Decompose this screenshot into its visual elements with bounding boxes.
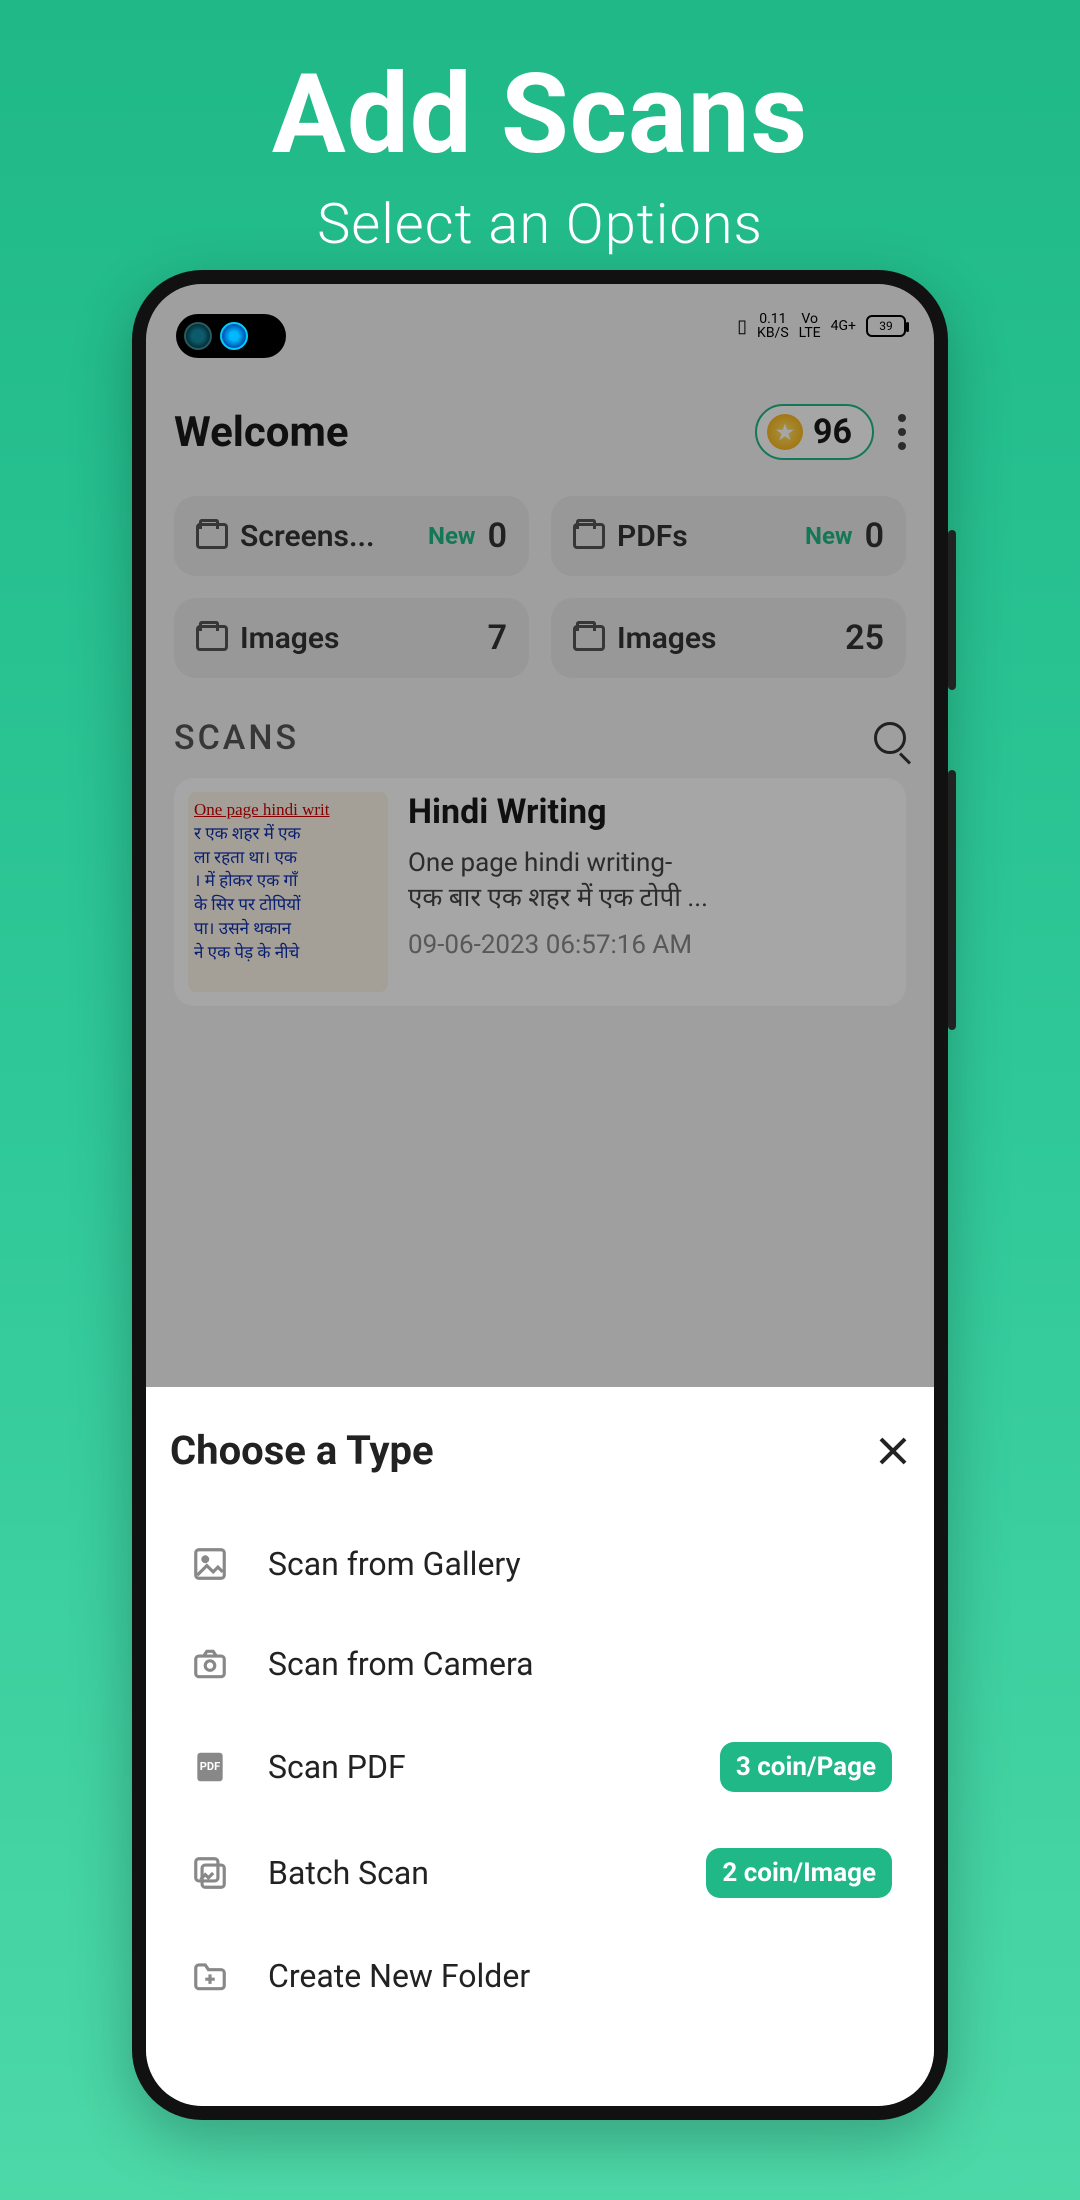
batch-icon: [188, 1851, 232, 1895]
new-badge: New: [805, 522, 853, 550]
scan-timestamp: 09-06-2023 06:57:16 AM: [408, 928, 708, 963]
scan-desc-2: एक बार एक शहर में एक टोपी ...: [408, 881, 708, 916]
vibrate-icon: ▯: [737, 316, 747, 337]
pdf-icon: PDF: [188, 1745, 232, 1789]
phone-frame: ▯ 0.11KB/S VoLTE 4G+ 39 Welcome ★ 96: [132, 270, 948, 2120]
folder-count: 25: [845, 618, 884, 658]
folder-icon: [196, 625, 228, 651]
folder-tile[interactable]: Images 25: [551, 598, 906, 678]
scan-thumbnail: One page hindi writ र एक शहर में एकला रह…: [188, 792, 388, 992]
scan-from-camera-option[interactable]: Scan from Camera: [170, 1614, 910, 1714]
camera-icon: [188, 1642, 232, 1686]
coin-balance-chip[interactable]: ★ 96: [755, 404, 874, 460]
scan-title: Hindi Writing: [408, 792, 708, 832]
folder-icon: [196, 523, 228, 549]
folder-name: Images: [240, 621, 464, 656]
scan-card[interactable]: One page hindi writ र एक शहर में एकला रह…: [174, 778, 906, 1006]
create-new-folder-option[interactable]: Create New Folder: [170, 1926, 910, 2026]
scan-from-gallery-option[interactable]: Scan from Gallery: [170, 1514, 910, 1614]
signal-indicator: 4G+: [831, 319, 856, 333]
scans-heading: SCANS: [174, 718, 299, 758]
folder-count: 0: [488, 516, 507, 556]
volte-indicator: VoLTE: [799, 312, 821, 340]
cost-badge: 2 coin/Image: [706, 1848, 892, 1898]
page-title: Welcome: [174, 408, 349, 457]
folder-icon: [573, 625, 605, 651]
status-bar: ▯ 0.11KB/S VoLTE 4G+ 39: [737, 312, 906, 340]
battery-indicator: 39: [866, 315, 906, 337]
option-label: Create New Folder: [268, 1957, 892, 1995]
folder-tiles: Screens... New 0 PDFs New 0 Images 7: [174, 496, 906, 678]
option-label: Scan PDF: [268, 1748, 684, 1786]
folder-tile[interactable]: PDFs New 0: [551, 496, 906, 576]
screen: ▯ 0.11KB/S VoLTE 4G+ 39 Welcome ★ 96: [146, 284, 934, 2106]
choose-type-sheet: Choose a Type Scan from Gallery Scan fro…: [146, 1387, 934, 2106]
overflow-menu-button[interactable]: [898, 414, 906, 450]
scan-pdf-option[interactable]: PDF Scan PDF 3 coin/Page: [170, 1714, 910, 1820]
hero-title: Add Scans: [0, 50, 1080, 179]
folder-icon: [573, 523, 605, 549]
batch-scan-option[interactable]: Batch Scan 2 coin/Image: [170, 1820, 910, 1926]
folder-name: Screens...: [240, 519, 416, 554]
sheet-title: Choose a Type: [170, 1427, 434, 1474]
option-label: Scan from Camera: [268, 1645, 892, 1683]
folder-tile[interactable]: Images 7: [174, 598, 529, 678]
folder-count: 7: [488, 618, 507, 658]
hero: Add Scans Select an Options: [0, 0, 1080, 257]
new-badge: New: [428, 522, 476, 550]
folder-count: 0: [865, 516, 884, 556]
search-icon[interactable]: [874, 722, 906, 754]
hero-subtitle: Select an Options: [0, 191, 1080, 257]
svg-text:PDF: PDF: [200, 1760, 220, 1773]
folder-name: PDFs: [617, 519, 793, 554]
camera-cutout: [176, 314, 286, 358]
option-label: Batch Scan: [268, 1854, 670, 1892]
folder-plus-icon: [188, 1954, 232, 1998]
coin-icon: ★: [767, 414, 803, 450]
scan-desc-1: One page hindi writing-: [408, 846, 708, 881]
folder-tile[interactable]: Screens... New 0: [174, 496, 529, 576]
scan-info: Hindi Writing One page hindi writing- एक…: [408, 792, 708, 992]
network-speed: 0.11KB/S: [757, 312, 789, 340]
cost-badge: 3 coin/Page: [720, 1742, 892, 1792]
folder-name: Images: [617, 621, 821, 656]
close-icon[interactable]: [876, 1434, 910, 1468]
coin-count: 96: [813, 412, 852, 452]
image-icon: [188, 1542, 232, 1586]
option-label: Scan from Gallery: [268, 1545, 892, 1583]
